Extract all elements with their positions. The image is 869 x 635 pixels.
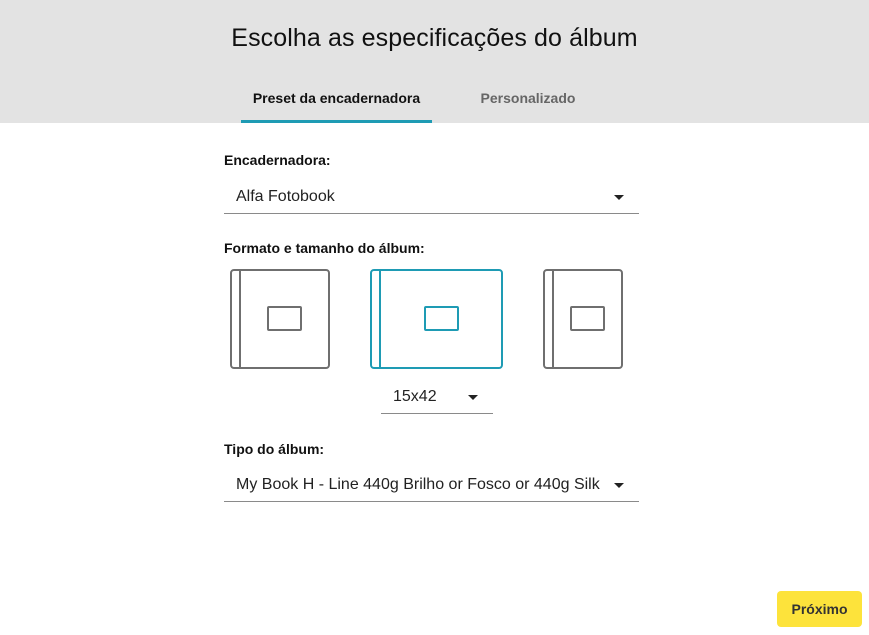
active-tab-indicator bbox=[241, 120, 432, 123]
binder-label: Encadernadora: bbox=[224, 152, 331, 168]
format-label: Formato e tamanho do álbum: bbox=[224, 240, 425, 256]
next-button[interactable]: Próximo bbox=[777, 591, 862, 627]
album-format-square[interactable] bbox=[230, 269, 330, 369]
binder-select-value: Alfa Fotobook bbox=[236, 188, 335, 205]
album-format-landscape[interactable] bbox=[370, 269, 503, 369]
album-type-select[interactable]: My Book H - Line 440g Brilho or Fosco or… bbox=[224, 468, 639, 502]
album-spine bbox=[239, 271, 241, 367]
album-type-label: Tipo do álbum: bbox=[224, 441, 325, 457]
page-title: Escolha as especificações do álbum bbox=[231, 24, 638, 52]
chevron-down-icon bbox=[468, 395, 478, 400]
album-type-value: My Book H - Line 440g Brilho or Fosco or… bbox=[236, 476, 600, 493]
binder-select[interactable]: Alfa Fotobook bbox=[224, 180, 639, 214]
album-cover-window bbox=[570, 306, 605, 331]
album-spine bbox=[552, 271, 554, 367]
header: Escolha as especificações do álbum Prese… bbox=[0, 0, 869, 123]
album-cover-window bbox=[267, 306, 302, 331]
tab-custom[interactable]: Personalizado bbox=[432, 90, 624, 123]
album-size-select[interactable]: 15x42 bbox=[381, 380, 493, 414]
chevron-down-icon bbox=[614, 483, 624, 488]
album-size-value: 15x42 bbox=[393, 388, 437, 405]
album-spine bbox=[379, 271, 381, 367]
tab-binder-preset[interactable]: Preset da encadernadora bbox=[241, 90, 432, 123]
album-cover-window bbox=[424, 306, 459, 331]
chevron-down-icon bbox=[614, 195, 624, 200]
album-format-portrait[interactable] bbox=[543, 269, 623, 369]
